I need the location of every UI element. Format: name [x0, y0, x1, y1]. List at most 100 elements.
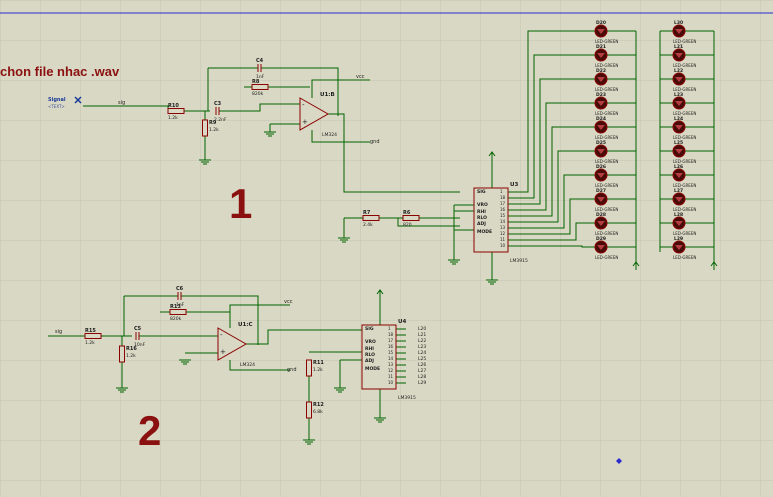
u4-output-l24-label: L24: [418, 350, 426, 356]
ic-u3-pin-sig-label: SIG: [477, 189, 486, 195]
resistor-r10-value-label: 1.2k: [168, 115, 178, 121]
net-label-vcc-2: vcc: [284, 299, 293, 305]
resistor-r7[interactable]: [362, 215, 380, 221]
ic-u4-out-17-label: 17: [388, 338, 394, 343]
led-l22-type-label: LED-GREEN: [673, 87, 696, 92]
ic-u3-out-15-label: 15: [500, 213, 506, 218]
net-label-vcc-1: vcc: [356, 74, 365, 80]
resistor-r15-value-label: 1.2k: [85, 340, 95, 346]
resistor-r7-label: R7: [363, 210, 371, 216]
led-d23-label: D23: [596, 92, 606, 98]
led-l27-label: L27: [674, 188, 683, 194]
resistor-r11[interactable]: [306, 359, 312, 377]
led-l25-label: L25: [674, 140, 683, 146]
resistor-r8-value-label: 820k: [252, 91, 264, 97]
resistor-r12[interactable]: [306, 401, 312, 419]
resistor-r9-value-label: 1.2k: [209, 127, 219, 133]
u4-output-l23-label: L23: [418, 344, 426, 350]
led-l26-type-label: LED-GREEN: [673, 183, 696, 188]
led-l21-type-label: LED-GREEN: [673, 63, 696, 68]
led-d27-label: D27: [596, 188, 606, 194]
led-l28-type-label: LED-GREEN: [673, 231, 696, 236]
led-d22-type-label: LED-GREEN: [595, 87, 618, 92]
led-l24-type-label: LED-GREEN: [673, 135, 696, 140]
resistor-r16-value-label: 1.2k: [126, 353, 136, 359]
ic-u3-out-18-label: 18: [500, 195, 506, 200]
resistor-r9[interactable]: [202, 119, 208, 137]
ic-u4-out-12-label: 12: [388, 368, 394, 373]
ic-u3-pin-rlo-label: RLO: [477, 215, 487, 221]
resistor-r15[interactable]: [84, 333, 102, 339]
led-d21-type-label: LED-GREEN: [595, 63, 618, 68]
ic-u3-pin-mode-label: MODE: [477, 229, 492, 235]
ic-u4-pin-vro-label: VRO: [365, 339, 376, 345]
opamp-u1c-type-label: LM324: [240, 362, 255, 368]
led-d29-label: D29: [596, 236, 606, 242]
ic-u4-label: U4: [398, 319, 406, 325]
led-l30-label: L30: [674, 20, 683, 26]
resistor-r16[interactable]: [119, 345, 125, 363]
opamp-u1b-label: U1:B: [320, 92, 335, 98]
net-label-in-1: sig: [118, 100, 125, 106]
resistor-r10[interactable]: [167, 108, 185, 114]
resistor-r11-value-label: 1.2k: [313, 367, 323, 373]
led-l30-type-label: LED-GREEN: [673, 39, 696, 44]
led-d21-label: D21: [596, 44, 606, 50]
ic-u4-out-11-label: 11: [388, 374, 394, 379]
u4-output-l25-label: L25: [418, 356, 426, 362]
ic-u3-out-14-label: 14: [500, 219, 506, 224]
capacitor-c5-value-label: 10nF: [134, 342, 146, 348]
ic-u4-out-18-label: 18: [388, 332, 394, 337]
ic-u3-pin-vro-label: VRO: [477, 202, 488, 208]
generator-text-label: <TEXT>: [48, 104, 65, 109]
ic-u4-pin-rhi-label: RHI: [365, 346, 374, 352]
resistor-r6-value-label: 820: [403, 222, 412, 228]
resistor-r6[interactable]: [402, 215, 420, 221]
led-l22-label: L22: [674, 68, 683, 74]
ic-u4-pin-sig-label: SIG: [365, 326, 374, 332]
net-label-in-2: sig: [55, 329, 62, 335]
ic-u3-out-10-label: 10: [500, 243, 506, 248]
opamp-u1b-type-label: LM324: [322, 132, 337, 138]
capacitor-c3-value-label: 2.2nF: [214, 117, 227, 123]
led-d22-label: D22: [596, 68, 606, 74]
u4-output-l21-label: L21: [418, 332, 426, 338]
led-l26-label: L26: [674, 164, 683, 170]
capacitor-c3-label: C3: [214, 101, 222, 107]
resistor-r15-label: R15: [85, 328, 96, 334]
led-d25-type-label: LED-GREEN: [595, 159, 618, 164]
ic-u3-pin-rhi-label: RHI: [477, 209, 486, 215]
capacitor-c4-label: C4: [256, 58, 264, 64]
resistor-r12-value-label: 6.8k: [313, 409, 323, 415]
u4-output-l29-label: L29: [418, 380, 426, 386]
led-l23-label: L23: [674, 92, 683, 98]
u4-output-l20-label: L20: [418, 326, 426, 332]
resistor-r13-value-label: 820k: [170, 316, 182, 322]
section-label-1: 1: [229, 180, 253, 227]
ic-u4-type-label: LM3915: [398, 395, 416, 401]
ic-u4-out-16-label: 16: [388, 344, 394, 349]
ic-u4-pin-mode-label: MODE: [365, 366, 380, 372]
net-label-gnd-1: gnd: [370, 139, 380, 145]
led-l23-type-label: LED-GREEN: [673, 111, 696, 116]
ic-u3-out-13-label: 13: [500, 225, 506, 230]
led-d26-label: D26: [596, 164, 606, 170]
ic-u3-out-16-label: 16: [500, 207, 506, 212]
ic-u4-out-10-label: 10: [388, 380, 394, 385]
led-d24-type-label: LED-GREEN: [595, 135, 618, 140]
instruction-note: chon file nhac .wav: [0, 64, 120, 79]
led-d20-label: D20: [596, 20, 606, 26]
resistor-r8-label: R8: [252, 79, 260, 85]
resistor-r8[interactable]: [251, 84, 269, 90]
led-d24-label: D24: [596, 116, 606, 122]
u4-output-l22-label: L22: [418, 338, 426, 344]
led-l24-label: L24: [674, 116, 683, 122]
ic-u4-out-15-label: 15: [388, 350, 394, 355]
ic-u3-out-12-label: 12: [500, 231, 506, 236]
section-label-2: 2: [138, 407, 162, 454]
led-d20-type-label: LED-GREEN: [595, 39, 618, 44]
resistor-r13[interactable]: [169, 309, 187, 315]
resistor-r6-label: R6: [403, 210, 411, 216]
led-d23-type-label: LED-GREEN: [595, 111, 618, 116]
generator-label: Signal: [48, 97, 66, 103]
